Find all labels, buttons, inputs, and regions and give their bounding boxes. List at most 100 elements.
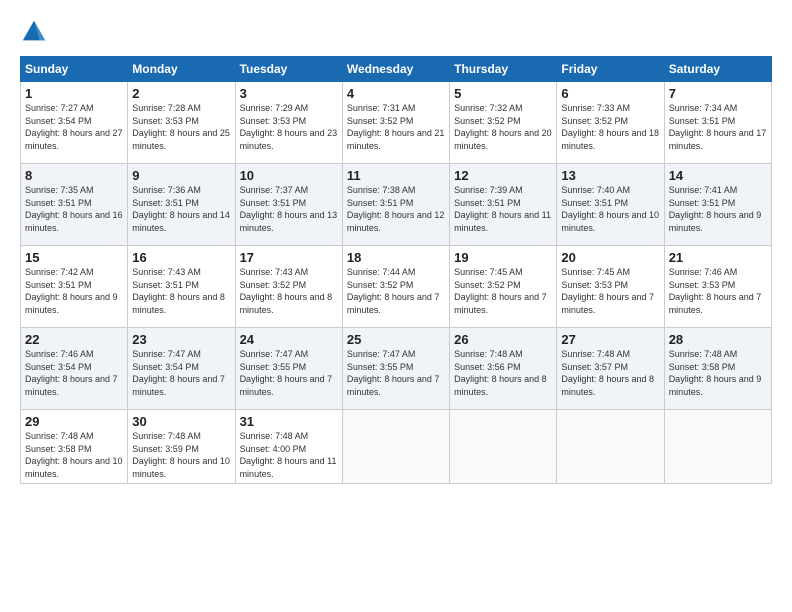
calendar-cell: 6Sunrise: 7:33 AMSunset: 3:52 PMDaylight… (557, 82, 664, 164)
cell-info: Sunrise: 7:38 AMSunset: 3:51 PMDaylight:… (347, 184, 445, 234)
calendar-cell: 16Sunrise: 7:43 AMSunset: 3:51 PMDayligh… (128, 246, 235, 328)
day-number: 12 (454, 168, 552, 183)
week-row-2: 8Sunrise: 7:35 AMSunset: 3:51 PMDaylight… (21, 164, 772, 246)
day-number: 25 (347, 332, 445, 347)
cell-info: Sunrise: 7:44 AMSunset: 3:52 PMDaylight:… (347, 266, 445, 316)
day-number: 9 (132, 168, 230, 183)
day-number: 8 (25, 168, 123, 183)
day-number: 19 (454, 250, 552, 265)
cell-info: Sunrise: 7:42 AMSunset: 3:51 PMDaylight:… (25, 266, 123, 316)
calendar-cell: 29Sunrise: 7:48 AMSunset: 3:58 PMDayligh… (21, 410, 128, 484)
calendar-cell: 20Sunrise: 7:45 AMSunset: 3:53 PMDayligh… (557, 246, 664, 328)
cell-info: Sunrise: 7:41 AMSunset: 3:51 PMDaylight:… (669, 184, 767, 234)
day-number: 31 (240, 414, 338, 429)
calendar-cell: 28Sunrise: 7:48 AMSunset: 3:58 PMDayligh… (664, 328, 771, 410)
day-number: 2 (132, 86, 230, 101)
calendar-cell (450, 410, 557, 484)
calendar-cell: 2Sunrise: 7:28 AMSunset: 3:53 PMDaylight… (128, 82, 235, 164)
cell-info: Sunrise: 7:32 AMSunset: 3:52 PMDaylight:… (454, 102, 552, 152)
weekday-header-wednesday: Wednesday (342, 57, 449, 82)
cell-info: Sunrise: 7:35 AMSunset: 3:51 PMDaylight:… (25, 184, 123, 234)
weekday-header-sunday: Sunday (21, 57, 128, 82)
day-number: 21 (669, 250, 767, 265)
day-number: 29 (25, 414, 123, 429)
week-row-1: 1Sunrise: 7:27 AMSunset: 3:54 PMDaylight… (21, 82, 772, 164)
cell-info: Sunrise: 7:37 AMSunset: 3:51 PMDaylight:… (240, 184, 338, 234)
calendar-cell: 26Sunrise: 7:48 AMSunset: 3:56 PMDayligh… (450, 328, 557, 410)
calendar-cell: 1Sunrise: 7:27 AMSunset: 3:54 PMDaylight… (21, 82, 128, 164)
weekday-header-friday: Friday (557, 57, 664, 82)
calendar-cell: 12Sunrise: 7:39 AMSunset: 3:51 PMDayligh… (450, 164, 557, 246)
header (20, 18, 772, 46)
cell-info: Sunrise: 7:40 AMSunset: 3:51 PMDaylight:… (561, 184, 659, 234)
day-number: 16 (132, 250, 230, 265)
cell-info: Sunrise: 7:43 AMSunset: 3:52 PMDaylight:… (240, 266, 338, 316)
calendar-cell: 22Sunrise: 7:46 AMSunset: 3:54 PMDayligh… (21, 328, 128, 410)
calendar-cell (664, 410, 771, 484)
calendar-cell: 21Sunrise: 7:46 AMSunset: 3:53 PMDayligh… (664, 246, 771, 328)
logo-icon (20, 18, 48, 46)
day-number: 7 (669, 86, 767, 101)
calendar-cell: 7Sunrise: 7:34 AMSunset: 3:51 PMDaylight… (664, 82, 771, 164)
day-number: 3 (240, 86, 338, 101)
day-number: 4 (347, 86, 445, 101)
day-number: 20 (561, 250, 659, 265)
calendar-cell: 10Sunrise: 7:37 AMSunset: 3:51 PMDayligh… (235, 164, 342, 246)
weekday-header-row: SundayMondayTuesdayWednesdayThursdayFrid… (21, 57, 772, 82)
cell-info: Sunrise: 7:34 AMSunset: 3:51 PMDaylight:… (669, 102, 767, 152)
weekday-header-tuesday: Tuesday (235, 57, 342, 82)
cell-info: Sunrise: 7:43 AMSunset: 3:51 PMDaylight:… (132, 266, 230, 316)
calendar-cell: 23Sunrise: 7:47 AMSunset: 3:54 PMDayligh… (128, 328, 235, 410)
day-number: 30 (132, 414, 230, 429)
weekday-header-monday: Monday (128, 57, 235, 82)
day-number: 18 (347, 250, 445, 265)
cell-info: Sunrise: 7:36 AMSunset: 3:51 PMDaylight:… (132, 184, 230, 234)
day-number: 15 (25, 250, 123, 265)
day-number: 13 (561, 168, 659, 183)
calendar-cell: 9Sunrise: 7:36 AMSunset: 3:51 PMDaylight… (128, 164, 235, 246)
cell-info: Sunrise: 7:31 AMSunset: 3:52 PMDaylight:… (347, 102, 445, 152)
calendar-cell: 11Sunrise: 7:38 AMSunset: 3:51 PMDayligh… (342, 164, 449, 246)
day-number: 5 (454, 86, 552, 101)
week-row-3: 15Sunrise: 7:42 AMSunset: 3:51 PMDayligh… (21, 246, 772, 328)
week-row-5: 29Sunrise: 7:48 AMSunset: 3:58 PMDayligh… (21, 410, 772, 484)
calendar-cell: 27Sunrise: 7:48 AMSunset: 3:57 PMDayligh… (557, 328, 664, 410)
week-row-4: 22Sunrise: 7:46 AMSunset: 3:54 PMDayligh… (21, 328, 772, 410)
cell-info: Sunrise: 7:47 AMSunset: 3:55 PMDaylight:… (240, 348, 338, 398)
day-number: 17 (240, 250, 338, 265)
calendar-cell: 30Sunrise: 7:48 AMSunset: 3:59 PMDayligh… (128, 410, 235, 484)
day-number: 23 (132, 332, 230, 347)
calendar-cell: 31Sunrise: 7:48 AMSunset: 4:00 PMDayligh… (235, 410, 342, 484)
day-number: 22 (25, 332, 123, 347)
weekday-header-thursday: Thursday (450, 57, 557, 82)
day-number: 28 (669, 332, 767, 347)
calendar-cell: 3Sunrise: 7:29 AMSunset: 3:53 PMDaylight… (235, 82, 342, 164)
day-number: 14 (669, 168, 767, 183)
day-number: 24 (240, 332, 338, 347)
calendar-cell: 5Sunrise: 7:32 AMSunset: 3:52 PMDaylight… (450, 82, 557, 164)
calendar-cell: 24Sunrise: 7:47 AMSunset: 3:55 PMDayligh… (235, 328, 342, 410)
cell-info: Sunrise: 7:27 AMSunset: 3:54 PMDaylight:… (25, 102, 123, 152)
calendar-cell: 14Sunrise: 7:41 AMSunset: 3:51 PMDayligh… (664, 164, 771, 246)
cell-info: Sunrise: 7:28 AMSunset: 3:53 PMDaylight:… (132, 102, 230, 152)
day-number: 1 (25, 86, 123, 101)
cell-info: Sunrise: 7:48 AMSunset: 4:00 PMDaylight:… (240, 430, 338, 480)
calendar-cell (557, 410, 664, 484)
cell-info: Sunrise: 7:45 AMSunset: 3:53 PMDaylight:… (561, 266, 659, 316)
calendar-cell: 25Sunrise: 7:47 AMSunset: 3:55 PMDayligh… (342, 328, 449, 410)
page: SundayMondayTuesdayWednesdayThursdayFrid… (0, 0, 792, 612)
calendar-table: SundayMondayTuesdayWednesdayThursdayFrid… (20, 56, 772, 484)
cell-info: Sunrise: 7:48 AMSunset: 3:58 PMDaylight:… (25, 430, 123, 480)
cell-info: Sunrise: 7:48 AMSunset: 3:56 PMDaylight:… (454, 348, 552, 398)
cell-info: Sunrise: 7:48 AMSunset: 3:58 PMDaylight:… (669, 348, 767, 398)
day-number: 27 (561, 332, 659, 347)
calendar-cell: 8Sunrise: 7:35 AMSunset: 3:51 PMDaylight… (21, 164, 128, 246)
cell-info: Sunrise: 7:48 AMSunset: 3:59 PMDaylight:… (132, 430, 230, 480)
cell-info: Sunrise: 7:47 AMSunset: 3:55 PMDaylight:… (347, 348, 445, 398)
day-number: 26 (454, 332, 552, 347)
cell-info: Sunrise: 7:46 AMSunset: 3:53 PMDaylight:… (669, 266, 767, 316)
day-number: 6 (561, 86, 659, 101)
calendar-cell: 18Sunrise: 7:44 AMSunset: 3:52 PMDayligh… (342, 246, 449, 328)
cell-info: Sunrise: 7:48 AMSunset: 3:57 PMDaylight:… (561, 348, 659, 398)
calendar-cell: 4Sunrise: 7:31 AMSunset: 3:52 PMDaylight… (342, 82, 449, 164)
